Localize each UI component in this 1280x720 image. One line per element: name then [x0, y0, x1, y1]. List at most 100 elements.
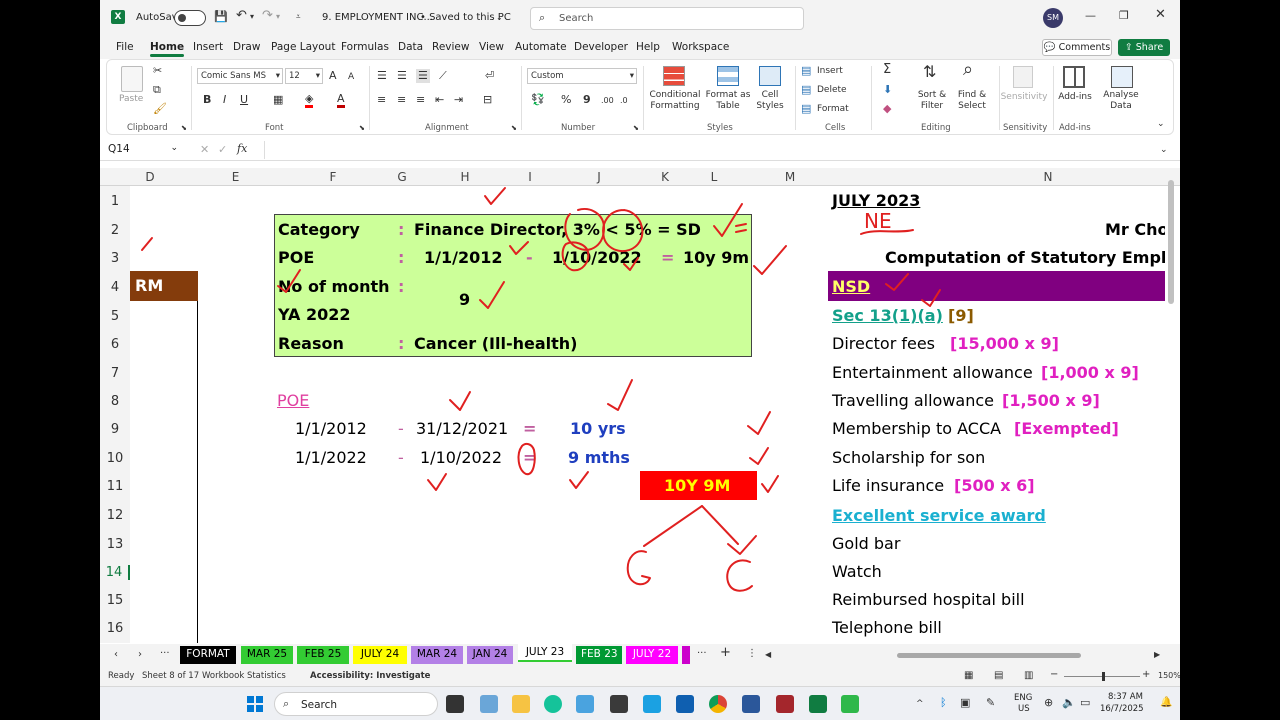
- sheet-tab-partial[interactable]: [682, 646, 690, 664]
- name-box[interactable]: Q14 ⌄: [102, 141, 182, 159]
- sheet-tab-july23[interactable]: JULY 23: [518, 644, 572, 662]
- decrease-indent-icon[interactable]: ⇤: [435, 94, 444, 106]
- workbook-statistics[interactable]: Workbook Statistics: [202, 671, 286, 681]
- delete-cells-icon[interactable]: ▤: [801, 84, 811, 96]
- word-icon[interactable]: [742, 695, 760, 713]
- restore-icon[interactable]: ❐: [1119, 10, 1129, 22]
- scroll-right-icon[interactable]: ›: [138, 649, 142, 661]
- cut-icon[interactable]: ✂: [153, 65, 162, 77]
- sort-filter-icon[interactable]: ⇅: [923, 64, 936, 80]
- format-as-table-button[interactable]: Format as Table: [705, 90, 751, 112]
- zoom-in-icon[interactable]: +: [1142, 669, 1150, 681]
- tab-workspace[interactable]: Workspace: [672, 41, 729, 53]
- row-header[interactable]: 16: [100, 621, 130, 636]
- tab-page-layout[interactable]: Page Layout: [271, 41, 335, 53]
- zoom-out-icon[interactable]: −: [1050, 669, 1058, 681]
- insert-cells-icon[interactable]: ▤: [801, 65, 811, 77]
- align-top-icon[interactable]: ☰: [377, 70, 387, 82]
- column-header-e[interactable]: E: [198, 170, 273, 184]
- user-avatar[interactable]: SM: [1043, 8, 1063, 28]
- share-button[interactable]: ⇪ Share: [1118, 39, 1170, 56]
- clock-date[interactable]: 16/7/2025: [1100, 704, 1144, 714]
- insert-cells-button[interactable]: Insert: [817, 66, 843, 77]
- accounting-format-icon[interactable]: 💱: [531, 94, 545, 106]
- number-format-select[interactable]: Custom ▾: [527, 68, 637, 84]
- sheet-tab-feb25[interactable]: FEB 25: [297, 646, 349, 664]
- bluetooth-icon[interactable]: ᛒ: [940, 697, 947, 709]
- find-select-icon[interactable]: ⌕: [963, 61, 973, 79]
- tab-review[interactable]: Review: [432, 41, 469, 53]
- confirm-entry-icon[interactable]: ✓: [218, 144, 227, 156]
- row-header[interactable]: 10: [100, 451, 130, 466]
- insert-function-icon[interactable]: fx: [237, 143, 247, 155]
- row-header[interactable]: 11: [100, 479, 130, 494]
- row-header[interactable]: 14: [100, 565, 130, 580]
- sort-filter-button[interactable]: Sort & Filter: [913, 90, 951, 112]
- chrome-icon[interactable]: [709, 695, 727, 713]
- tab-file[interactable]: File: [116, 41, 134, 53]
- italic-icon[interactable]: I: [223, 94, 226, 106]
- language-indicator[interactable]: ENG: [1014, 693, 1032, 703]
- autosum-icon[interactable]: Σ: [883, 63, 891, 76]
- column-header-h[interactable]: H: [426, 170, 504, 184]
- row-header[interactable]: 12: [100, 508, 130, 523]
- align-middle-icon[interactable]: ☰: [397, 70, 407, 82]
- widgets-icon[interactable]: [480, 695, 498, 713]
- expand-formula-icon[interactable]: ⌄: [1160, 144, 1168, 156]
- outlook-icon[interactable]: [676, 695, 694, 713]
- accessibility-status[interactable]: Accessibility: Investigate: [310, 671, 430, 681]
- decrease-decimal-icon[interactable]: .0: [620, 95, 628, 107]
- file-explorer-icon[interactable]: [512, 695, 530, 713]
- add-ins-button[interactable]: Add-ins: [1055, 92, 1095, 103]
- alignment-launcher-icon[interactable]: ⬊: [511, 122, 517, 134]
- close-icon[interactable]: ✕: [1155, 8, 1166, 21]
- sensitivity-icon[interactable]: [1013, 66, 1033, 88]
- zoom-slider[interactable]: [1064, 672, 1140, 681]
- column-header-g[interactable]: G: [392, 170, 412, 184]
- sheet-tab-format[interactable]: FORMAT: [180, 646, 236, 664]
- row-header[interactable]: 8: [100, 394, 130, 409]
- column-header-f[interactable]: F: [274, 170, 392, 184]
- task-view-icon[interactable]: [446, 695, 464, 713]
- bold-icon[interactable]: B: [203, 94, 211, 106]
- cancel-entry-icon[interactable]: ✕: [200, 144, 209, 156]
- paste-button[interactable]: Paste: [119, 94, 143, 105]
- sheet-tab-mar24[interactable]: MAR 24: [411, 646, 463, 664]
- row-header[interactable]: 1: [100, 194, 130, 209]
- column-header-j[interactable]: J: [540, 170, 658, 184]
- find-select-button[interactable]: Find & Select: [953, 90, 991, 112]
- undo-icon[interactable]: ↶: [236, 9, 247, 22]
- sheet-tab-mar25[interactable]: MAR 25: [241, 646, 293, 664]
- tab-help[interactable]: Help: [636, 41, 660, 53]
- tab-developer[interactable]: Developer: [574, 41, 628, 53]
- h-scroll-right-icon[interactable]: ▶: [1154, 649, 1160, 661]
- wrap-text-icon[interactable]: ⏎: [485, 70, 494, 82]
- redo-icon[interactable]: ↷: [262, 9, 273, 22]
- more-sheets-icon[interactable]: ···: [697, 648, 707, 660]
- h-scroll-left-icon[interactable]: ◀: [765, 649, 771, 661]
- format-cells-icon[interactable]: ▤: [801, 103, 811, 115]
- zoom-level[interactable]: 150%: [1158, 671, 1180, 680]
- comments-button[interactable]: 💬 Comments: [1042, 39, 1112, 56]
- autosave-toggle[interactable]: [174, 10, 206, 26]
- add-ins-icon[interactable]: [1063, 66, 1085, 88]
- cell-styles-icon[interactable]: [759, 66, 781, 86]
- tab-view[interactable]: View: [479, 41, 504, 53]
- sensitivity-button[interactable]: Sensitivity: [999, 92, 1049, 103]
- battery-icon[interactable]: ▭: [1080, 697, 1090, 709]
- sheet-tab-july24[interactable]: JULY 24: [353, 646, 407, 664]
- horizontal-scroll-thumb[interactable]: [897, 653, 1081, 658]
- align-center-icon[interactable]: ≡: [397, 94, 406, 106]
- analyse-data-icon[interactable]: [1111, 66, 1133, 88]
- underline-icon[interactable]: U: [240, 94, 248, 106]
- orientation-icon[interactable]: ⟋: [439, 70, 447, 82]
- fill-color-icon[interactable]: ◈: [305, 93, 314, 108]
- column-header-i[interactable]: I: [518, 170, 542, 184]
- column-header-d[interactable]: D: [130, 170, 170, 184]
- font-color-icon[interactable]: A: [337, 93, 345, 108]
- tab-draw[interactable]: Draw: [233, 41, 260, 53]
- more-tabs-icon[interactable]: ···: [160, 648, 170, 660]
- format-as-table-icon[interactable]: [717, 66, 739, 86]
- worksheet-grid[interactable]: RM Category : Finance Director, 3% < 5% …: [130, 186, 1165, 643]
- row-header[interactable]: 6: [100, 337, 130, 352]
